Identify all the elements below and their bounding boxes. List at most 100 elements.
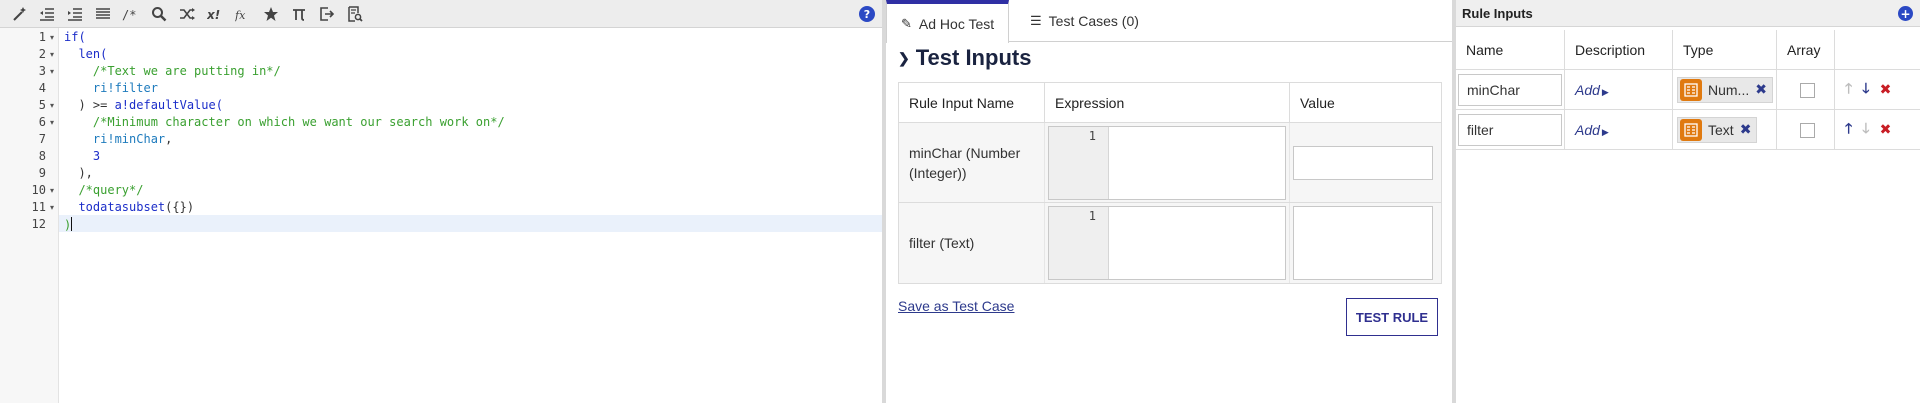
line-number: 1 bbox=[1049, 126, 1109, 199]
fold-arrow-icon[interactable]: ▾ bbox=[50, 118, 54, 127]
shuffle-icon[interactable] bbox=[177, 4, 197, 24]
type-chip[interactable]: Text ✖ bbox=[1677, 117, 1758, 143]
code-line: len( bbox=[78, 47, 108, 61]
fold-arrow-icon[interactable]: ▾ bbox=[50, 186, 54, 195]
expression-cell: 1 bbox=[1045, 123, 1290, 202]
exclaim-x-icon[interactable]: x! bbox=[205, 4, 225, 24]
remove-type-icon[interactable]: ✖ bbox=[1755, 82, 1767, 98]
move-up-icon[interactable]: 🡑 bbox=[1845, 118, 1852, 142]
expression-editor-input[interactable]: 1 bbox=[1048, 206, 1286, 280]
type-cell: Text ✖ bbox=[1673, 110, 1777, 150]
code-area[interactable]: if( len( /*Text we are putting in*/ ri!f… bbox=[59, 28, 882, 403]
test-tabs: ✎ Ad Hoc Test ☰ Test Cases (0) bbox=[886, 0, 1452, 43]
test-panel: ✎ Ad Hoc Test ☰ Test Cases (0) ❯ Test In… bbox=[886, 0, 1452, 403]
rule-input-name: minChar (Number (Integer)) bbox=[899, 123, 1045, 202]
active-line-highlight bbox=[59, 215, 882, 232]
type-cell: Num... ✖ bbox=[1673, 70, 1777, 110]
expression-editor: /* x! fx ? 1 ▾ 2 ▾ 3 ▾ 4 5 ▾ 6 ▾ 7 8 9 10 ▾ 11… bbox=[0, 0, 882, 403]
document-search-icon[interactable] bbox=[345, 4, 365, 24]
value-cell bbox=[1290, 123, 1441, 202]
code-line: ri!filter bbox=[92, 81, 158, 95]
name-cell: minChar bbox=[1456, 70, 1565, 110]
code-line: if( bbox=[64, 30, 86, 44]
indent-icon[interactable] bbox=[65, 4, 85, 24]
star-icon[interactable] bbox=[261, 4, 281, 24]
array-cell bbox=[1777, 70, 1835, 110]
export-icon[interactable] bbox=[317, 4, 337, 24]
pi-icon[interactable] bbox=[289, 4, 309, 24]
table-row: filter Add ▶ Text ✖ 🡑 🡓 ✖ bbox=[1456, 110, 1920, 150]
caret-right-icon: ▶ bbox=[1601, 127, 1609, 137]
code-line: /*query*/ bbox=[78, 183, 144, 197]
line-number-gutter: 1 ▾ 2 ▾ 3 ▾ 4 5 ▾ 6 ▾ 7 8 9 10 ▾ 11 ▾ 12 bbox=[0, 28, 59, 403]
name-cell: filter bbox=[1456, 110, 1565, 150]
list-icon[interactable] bbox=[93, 4, 113, 24]
save-as-test-case-link[interactable]: Save as Test Case bbox=[898, 298, 1014, 314]
data-type-icon bbox=[1680, 79, 1702, 101]
data-type-icon bbox=[1680, 119, 1702, 141]
array-cell bbox=[1777, 110, 1835, 150]
test-rule-button[interactable]: TEST RULE bbox=[1346, 298, 1438, 336]
move-down-icon[interactable]: 🡓 bbox=[1862, 78, 1869, 102]
add-description-link[interactable]: Add ▶ bbox=[1575, 82, 1609, 98]
table-row: minChar (Number (Integer)) 1 bbox=[899, 123, 1441, 203]
description-cell: Add ▶ bbox=[1565, 70, 1673, 110]
svg-text:fx: fx bbox=[235, 9, 246, 22]
line-number: 12 bbox=[31, 217, 46, 231]
column-header: Value bbox=[1300, 94, 1335, 111]
comment-icon[interactable]: /* bbox=[120, 4, 140, 24]
name-input[interactable]: minChar bbox=[1458, 74, 1562, 106]
code-line: ) bbox=[64, 217, 73, 232]
svg-text:/*: /* bbox=[122, 8, 136, 22]
expression-editor-input[interactable]: 1 bbox=[1048, 125, 1286, 200]
array-checkbox[interactable] bbox=[1800, 122, 1815, 138]
fold-arrow-icon[interactable]: ▾ bbox=[50, 203, 54, 212]
add-rule-input-icon[interactable]: + bbox=[1898, 6, 1913, 21]
rule-inputs-panel: Rule Inputs + Name Description Type Arra… bbox=[1456, 0, 1920, 403]
fold-arrow-icon[interactable]: ▾ bbox=[50, 50, 54, 59]
line-number: 9 bbox=[38, 166, 46, 180]
magic-wand-icon[interactable] bbox=[10, 4, 30, 24]
code-line: todatasubset({}) bbox=[78, 200, 195, 214]
type-label: Text bbox=[1708, 122, 1734, 138]
add-description-link[interactable]: Add ▶ bbox=[1575, 122, 1609, 138]
name-input[interactable]: filter bbox=[1458, 114, 1562, 146]
line-number: 3 bbox=[38, 64, 46, 78]
actions-cell: 🡑 🡓 ✖ bbox=[1835, 70, 1920, 110]
outdent-icon[interactable] bbox=[37, 4, 57, 24]
array-checkbox[interactable] bbox=[1800, 82, 1815, 98]
tab-test-cases[interactable]: ☰ Test Cases (0) bbox=[1016, 0, 1153, 42]
fold-arrow-icon[interactable]: ▾ bbox=[50, 101, 54, 110]
column-header: Type bbox=[1673, 30, 1777, 70]
search-icon[interactable] bbox=[149, 4, 169, 24]
move-up-icon: 🡑 bbox=[1845, 81, 1853, 97]
column-header: Array bbox=[1777, 30, 1835, 70]
line-number: 10 bbox=[31, 183, 46, 197]
fold-arrow-icon[interactable]: ▾ bbox=[50, 33, 54, 42]
delete-icon[interactable]: ✖ bbox=[1880, 122, 1892, 138]
value-input[interactable] bbox=[1293, 145, 1433, 180]
delete-icon[interactable]: ✖ bbox=[1880, 82, 1892, 98]
column-header bbox=[1835, 30, 1920, 70]
section-title: Test Inputs bbox=[915, 45, 1032, 70]
code-line: /*Minimum character on which we want our… bbox=[92, 115, 505, 129]
table-header: Name Description Type Array bbox=[1456, 30, 1920, 70]
panel-title: Rule Inputs bbox=[1462, 5, 1533, 21]
test-inputs-header[interactable]: ❯ Test Inputs bbox=[898, 44, 1031, 72]
tab-ad-hoc-test[interactable]: ✎ Ad Hoc Test bbox=[886, 0, 1010, 43]
list-icon: ☰ bbox=[1030, 13, 1042, 28]
type-chip[interactable]: Num... ✖ bbox=[1677, 77, 1773, 103]
test-inputs-table: Rule Input Name Expression Value minChar… bbox=[898, 82, 1442, 284]
line-number: 11 bbox=[31, 200, 46, 214]
text-cursor bbox=[71, 217, 73, 231]
fold-arrow-icon[interactable]: ▾ bbox=[50, 67, 54, 76]
table-row: filter (Text) 1 bbox=[899, 203, 1441, 283]
help-icon[interactable]: ? bbox=[859, 6, 875, 22]
value-textarea[interactable] bbox=[1293, 206, 1433, 280]
function-icon[interactable]: fx bbox=[233, 4, 253, 24]
tab-label: Ad Hoc Test bbox=[918, 15, 995, 32]
code-line: ) >= a!defaultValue( bbox=[78, 98, 223, 112]
line-number: 6 bbox=[38, 115, 46, 129]
edit-icon: ✎ bbox=[901, 15, 912, 31]
remove-type-icon[interactable]: ✖ bbox=[1740, 122, 1752, 138]
